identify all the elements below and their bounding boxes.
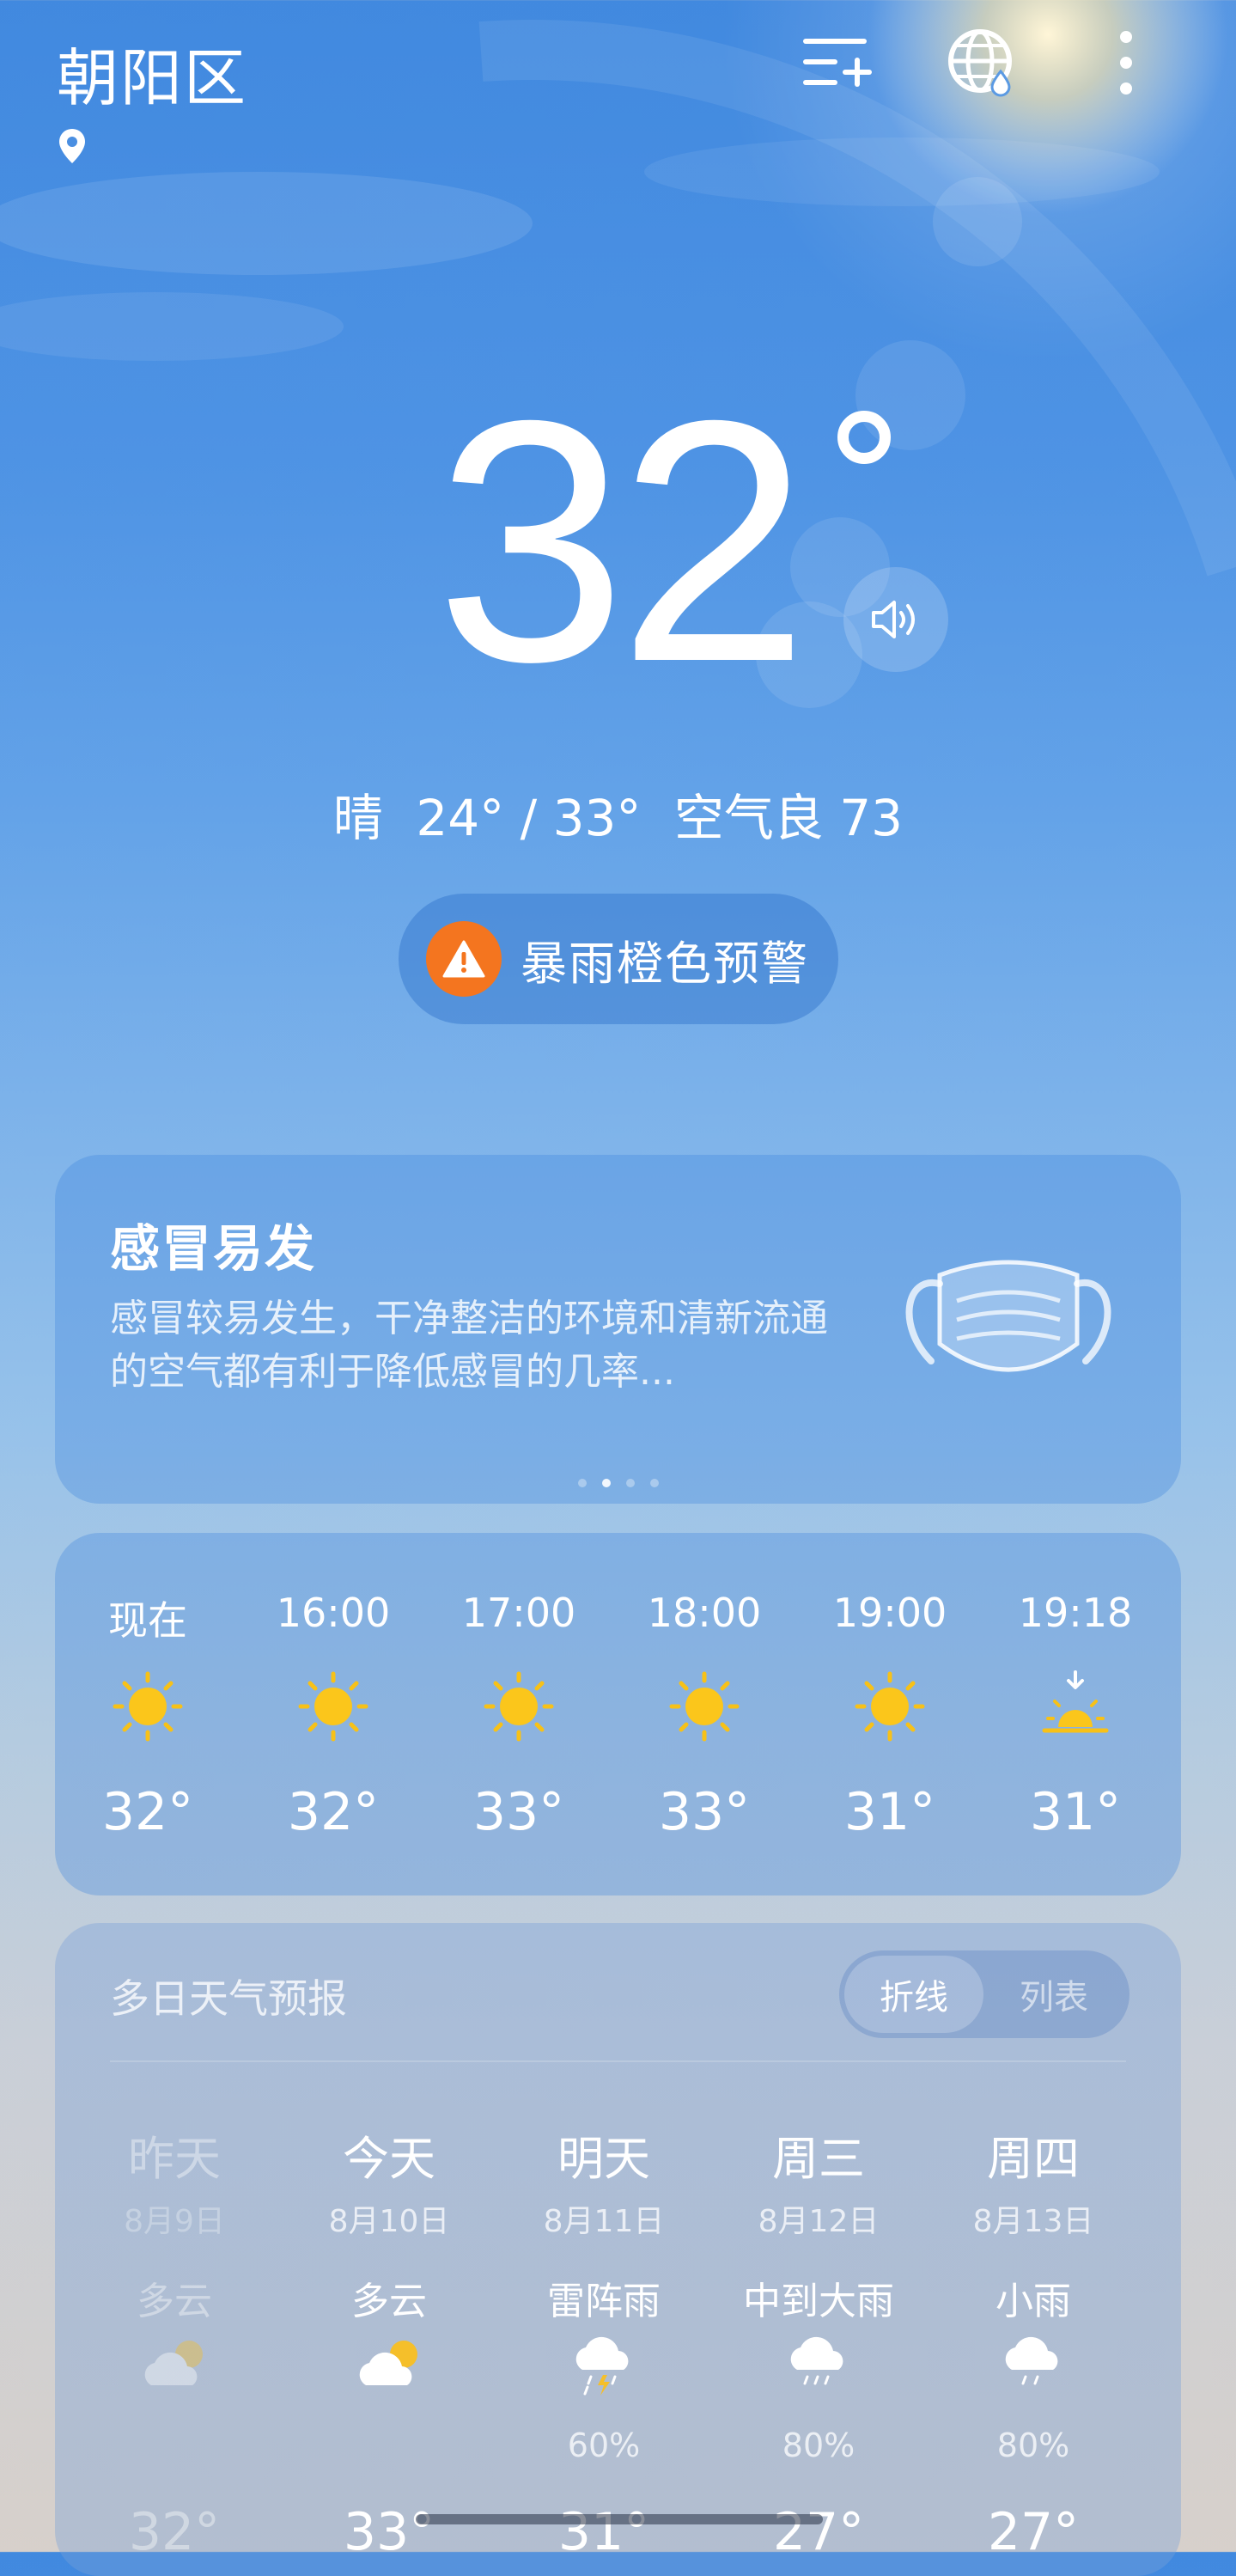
add-city-icon[interactable] (799, 24, 876, 101)
day-temp: 33° (343, 2502, 435, 2562)
health-tip-description: 感冒较易发生，干净整洁的环境和清新流通的空气都有利于降低感冒的几率... (110, 1297, 828, 1394)
daily-forecast-title: 多日天气预报 (110, 1975, 347, 2022)
hour-temp: 33° (658, 1782, 751, 1842)
sunset-icon (1042, 1670, 1109, 1733)
day-temp: 32° (128, 2502, 221, 2562)
page-dot (577, 1479, 587, 1487)
view-toggle[interactable]: 折线 列表 (839, 1950, 1129, 2038)
alert-label: 暴雨橙色预警 (521, 936, 809, 991)
daily-forecast-card[interactable]: 多日天气预报 折线 列表 昨天 8月9日 多云 32° 今天 8月10日 多云 … (55, 1923, 1181, 2576)
carousel-dots (55, 1474, 1181, 1491)
day-date: 8月10日 (328, 2204, 450, 2239)
speaker-icon (872, 601, 915, 638)
hour-temp: 32° (101, 1782, 194, 1842)
hour-time: 17:00 (461, 1590, 576, 1636)
home-indicator[interactable] (416, 2514, 823, 2524)
hour-time: 16:00 (276, 1590, 391, 1636)
partly-cloudy-icon (359, 2341, 417, 2385)
hour-temp: 32° (287, 1782, 380, 1842)
day-name: 今天 (343, 2132, 435, 2186)
more-menu-icon[interactable] (1087, 24, 1165, 101)
day-date: 8月13日 (972, 2204, 1094, 2239)
hour-time: 现在 (108, 1597, 187, 1644)
temp-range: 24° / 33° (416, 789, 642, 847)
health-tip-title: 感冒易发 (110, 1219, 317, 1278)
location-pin-icon (59, 129, 85, 163)
weather-summary: 晴 24° / 33° 空气良 73 (0, 778, 1236, 850)
day-temp: 27° (987, 2502, 1080, 2562)
globe-icon[interactable] (943, 24, 1020, 101)
day-date: 8月9日 (124, 2204, 225, 2239)
speaker-button[interactable] (843, 567, 948, 672)
light-rain-icon (1005, 2336, 1058, 2385)
page-dot-active (601, 1479, 611, 1487)
day-precip: 80% (996, 2426, 1070, 2464)
warning-triangle-icon (426, 921, 502, 997)
hour-temp: 33° (472, 1782, 565, 1842)
page-dot (649, 1479, 659, 1487)
weather-alert-button[interactable]: 暴雨橙色预警 (399, 894, 838, 1024)
hour-time: 19:00 (832, 1590, 947, 1636)
hourly-forecast-card[interactable]: 现在 32° 16:00 32° 17:00 33° 18:00 33° 19:… (55, 1533, 1181, 1895)
day-temp: 31° (557, 2502, 650, 2562)
day-name: 周四 (987, 2132, 1080, 2186)
hour-temp: 31° (1029, 1782, 1122, 1842)
day-condition: 多云 (137, 2280, 212, 2323)
condition-text: 晴 (332, 789, 383, 847)
sun-icon (855, 1671, 925, 1742)
face-mask-icon (905, 1260, 1111, 1372)
sun-icon (113, 1671, 183, 1742)
day-date: 8月11日 (543, 2204, 665, 2239)
day-date: 8月12日 (758, 2204, 880, 2239)
divider (110, 2060, 1126, 2062)
sun-icon (298, 1671, 368, 1742)
city-name[interactable]: 朝阳区 (57, 27, 247, 118)
hour-time: 18:00 (647, 1590, 762, 1636)
day-condition: 雷阵雨 (547, 2280, 661, 2323)
heavy-rain-icon (790, 2336, 843, 2385)
day-name: 昨天 (128, 2132, 221, 2186)
day-name: 周三 (772, 2132, 865, 2186)
partly-cloudy-icon (144, 2341, 203, 2385)
current-temperature: 32 (435, 349, 809, 733)
day-precip: 60% (567, 2426, 641, 2464)
sun-icon (669, 1671, 740, 1742)
thunderstorm-icon (575, 2336, 629, 2396)
day-condition: 中到大雨 (743, 2280, 894, 2323)
day-condition: 小雨 (995, 2280, 1071, 2323)
toggle-line-view[interactable]: 折线 (844, 1956, 983, 2033)
day-precip: 80% (782, 2426, 855, 2464)
day-name: 明天 (557, 2132, 650, 2186)
page-dot (625, 1479, 635, 1487)
hour-temp: 31° (843, 1782, 936, 1842)
toggle-list-view[interactable]: 列表 (983, 1956, 1124, 2033)
health-tip-card[interactable]: 感冒易发 感冒较易发生，干净整洁的环境和清新流通的空气都有利于降低感冒的几率..… (55, 1155, 1181, 1504)
hour-time: 19:18 (1018, 1590, 1133, 1636)
degree-symbol (837, 411, 891, 464)
day-condition: 多云 (351, 2280, 427, 2323)
sun-icon (484, 1671, 554, 1742)
day-temp: 27° (772, 2502, 865, 2562)
air-quality[interactable]: 空气良 73 (674, 789, 903, 847)
